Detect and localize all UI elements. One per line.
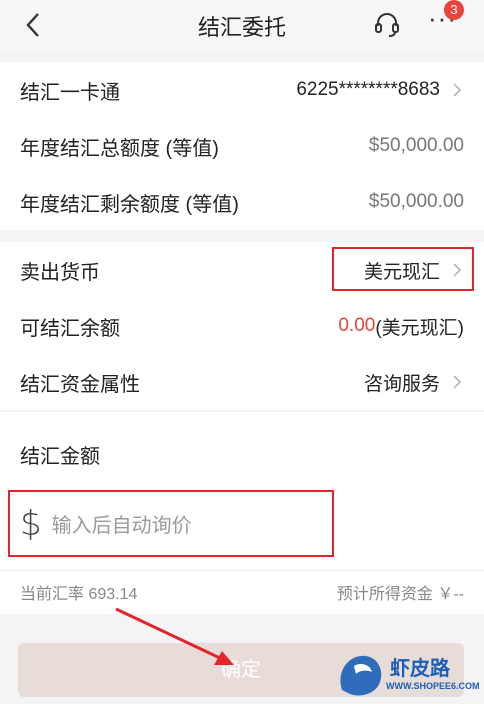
card-row[interactable]: 结汇一卡通 6225********8683	[0, 62, 484, 118]
watermark-brand: 虾皮路	[390, 658, 450, 680]
chevron-right-icon	[450, 83, 464, 97]
sell-currency-label: 卖出货币	[20, 261, 100, 284]
amount-label: 结汇金额	[20, 446, 100, 468]
annotation-arrow	[115, 607, 234, 665]
balance-row: 可结汇余额 0.00 (美元现汇)	[0, 298, 484, 354]
card-value: 6225********8683	[296, 79, 464, 101]
highlight-box-currency	[332, 247, 474, 291]
remaining-quota-value: $50,000.00	[368, 191, 464, 212]
fund-property-row[interactable]: 结汇资金属性 咨询服务	[0, 354, 484, 410]
account-section: 结汇一卡通 6225********8683 年度结汇总额度 (等值) $50,…	[0, 62, 484, 230]
watermark-url: WWW.SHOPEE6.COM	[386, 681, 480, 691]
total-quota-value: $50,000.00	[368, 135, 464, 156]
page-title: 结汇委托	[197, 15, 286, 40]
fund-property-label: 结汇资金属性	[20, 373, 140, 396]
navigation-bar: 结汇委托 ··· 3	[0, 0, 484, 50]
fund-property-value: 咨询服务	[364, 369, 464, 396]
card-number: 6225********8683	[296, 79, 440, 100]
notification-badge: 3	[444, 0, 464, 20]
balance-amount: 0.00	[338, 315, 376, 336]
current-rate: 当前汇率 693.14	[20, 586, 138, 603]
balance-value: 0.00 (美元现汇)	[338, 313, 464, 340]
balance-label: 可结汇余额	[20, 317, 120, 340]
customer-service-icon[interactable]	[373, 10, 401, 38]
highlight-box-amount	[8, 490, 334, 557]
remaining-quota-row: 年度结汇剩余额度 (等值) $50,000.00	[0, 174, 484, 230]
total-quota-label: 年度结汇总额度 (等值)	[20, 137, 219, 160]
card-label: 结汇一卡通	[20, 81, 120, 104]
rate-row: 当前汇率 693.14 预计所得资金 ￥--	[0, 571, 484, 613]
fund-property-text: 咨询服务	[363, 373, 440, 395]
estimated-funds: 预计所得资金 ￥--	[336, 586, 464, 603]
total-quota-row: 年度结汇总额度 (等值) $50,000.00	[0, 118, 484, 174]
chevron-right-icon	[450, 375, 464, 389]
remaining-quota-label: 年度结汇剩余额度 (等值)	[20, 193, 239, 216]
balance-unit: (美元现汇)	[375, 317, 464, 339]
